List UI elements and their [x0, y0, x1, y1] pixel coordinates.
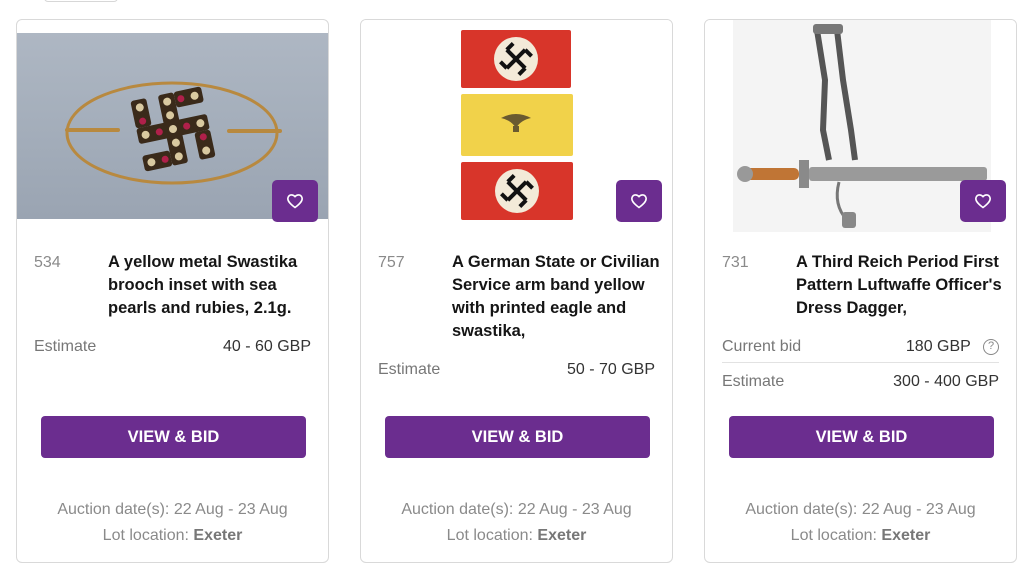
question-circle-icon[interactable]: ?	[983, 338, 999, 355]
estimate-label: Estimate	[378, 361, 441, 378]
auction-dates: Auction date(s): 22 Aug - 23 Aug	[57, 501, 288, 518]
current-bid-group: 180 GBP ?	[906, 338, 999, 356]
lot-location: Lot location: Exeter	[705, 527, 1016, 545]
lot-location: Lot location: Exeter	[17, 527, 328, 545]
lot-number: 731	[722, 254, 749, 271]
estimate-label: Estimate	[722, 373, 785, 390]
lot-location-value: Exeter	[881, 527, 931, 544]
estimate-value: 40 - 60 GBP	[222, 338, 311, 355]
estimate-value: 50 - 70 GBP	[566, 361, 655, 378]
current-bid-label: Current bid	[722, 338, 802, 355]
lot-location-label: Lot location:	[790, 527, 877, 544]
view-and-bid-button[interactable]: VIEW & BID	[729, 416, 994, 458]
heart-icon	[631, 194, 647, 209]
current-bid-value: 180 GBP	[905, 338, 971, 355]
favorite-button[interactable]	[272, 180, 318, 222]
lot-location-label: Lot location:	[102, 527, 189, 544]
lot-location-value: Exeter	[193, 527, 243, 544]
previous-card-edge	[44, 0, 118, 2]
lot-location: Lot location: Exeter	[361, 527, 672, 545]
estimate-value: 300 - 400 GBP	[893, 373, 999, 390]
lot-card[interactable]: 731 A Third Reich Period First Pattern L…	[704, 19, 1017, 563]
view-and-bid-button[interactable]: VIEW & BID	[41, 416, 306, 458]
lot-number: 534	[34, 254, 61, 271]
estimate-row: Estimate 40 - 60 GBP	[34, 338, 311, 356]
auction-dates: Auction date(s): 22 Aug - 23 Aug	[745, 501, 976, 518]
lot-title[interactable]: A yellow metal Swastika brooch inset wit…	[108, 251, 318, 320]
lot-location-label: Lot location:	[446, 527, 533, 544]
lot-title[interactable]: A Third Reich Period First Pattern Luftw…	[796, 251, 1006, 320]
current-bid-row: Current bid 180 GBP ?	[722, 338, 999, 363]
lot-card[interactable]: 757 A German State or Civilian Service a…	[360, 19, 673, 563]
heart-icon	[975, 194, 991, 209]
auction-dates: Auction date(s): 22 Aug - 23 Aug	[401, 501, 632, 518]
lot-title[interactable]: A German State or Civilian Service arm b…	[452, 251, 662, 343]
estimate-row: Estimate 300 - 400 GBP	[722, 373, 999, 391]
lot-number: 757	[378, 254, 405, 271]
lot-card[interactable]: 534 A yellow metal Swastika brooch inset…	[16, 19, 329, 563]
heart-icon	[287, 194, 303, 209]
favorite-button[interactable]	[616, 180, 662, 222]
favorite-button[interactable]	[960, 180, 1006, 222]
view-and-bid-button[interactable]: VIEW & BID	[385, 416, 650, 458]
estimate-row: Estimate 50 - 70 GBP	[378, 361, 655, 379]
lot-location-value: Exeter	[537, 527, 587, 544]
estimate-label: Estimate	[34, 338, 97, 355]
